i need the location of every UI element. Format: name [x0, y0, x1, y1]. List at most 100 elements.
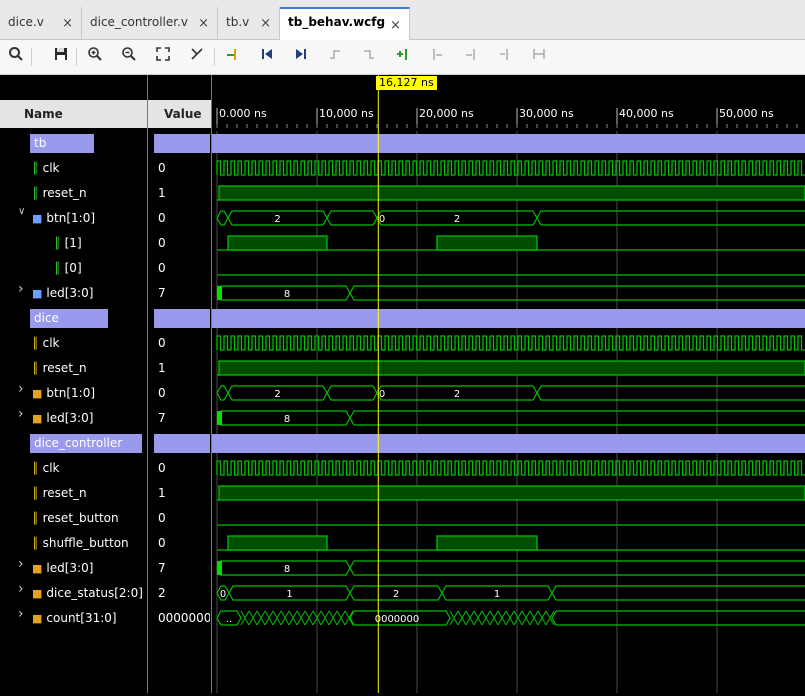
zoom-fit-icon[interactable]	[152, 46, 174, 68]
chevron-right-icon[interactable]: ›	[18, 406, 24, 422]
snap-icon[interactable]	[528, 46, 550, 68]
signal-row[interactable]: ║ reset_n	[0, 481, 147, 506]
tab-tb-v[interactable]: tb.v ×	[218, 7, 280, 40]
previous-marker-icon[interactable]	[426, 46, 448, 68]
close-icon[interactable]: ×	[390, 18, 401, 33]
signal-row[interactable]: dice_controller	[0, 431, 147, 456]
signal-name[interactable]: ■ led[3:0]	[32, 556, 93, 581]
cursor-time-label[interactable]: 16,127 ns	[376, 76, 437, 90]
signal-row[interactable]: ║ clk	[0, 456, 147, 481]
value-row: 7	[148, 406, 211, 431]
chevron-right-icon[interactable]: ›	[18, 581, 24, 597]
add-marker-icon[interactable]	[392, 46, 414, 68]
next-transition-icon[interactable]	[358, 46, 380, 68]
signal-name[interactable]: ║ reset_n	[32, 181, 87, 206]
signal-name[interactable]: ║ clk	[32, 156, 60, 181]
search-icon[interactable]	[5, 46, 27, 68]
value-row: 0	[148, 231, 211, 256]
signal-row[interactable]: › ■ dice_status[2:0]	[0, 581, 147, 606]
signal-row[interactable]: ∨ ■ btn[1:0]	[0, 206, 147, 231]
group-label[interactable]: tb	[30, 134, 94, 153]
signal-value: 0	[158, 211, 166, 225]
bus-signal-icon: ■	[32, 387, 43, 400]
signal-row[interactable]: ║ shuffle_button	[0, 531, 147, 556]
signal-row[interactable]: ║ reset_button	[0, 506, 147, 531]
group-bar	[212, 434, 805, 453]
signal-name[interactable]: ║ [1]	[54, 231, 82, 256]
signal-row[interactable]: dice	[0, 306, 147, 331]
chevron-down-icon[interactable]: ∨	[18, 206, 25, 217]
signal-value: 1	[158, 186, 166, 200]
chevron-right-icon[interactable]: ›	[18, 381, 24, 397]
tab-dice-controller-v[interactable]: dice_controller.v ×	[82, 7, 218, 40]
signal-name[interactable]: ■ btn[1:0]	[32, 206, 95, 231]
signal-name[interactable]: ■ led[3:0]	[32, 281, 93, 306]
tab-tb-behav-wcfg[interactable]: tb_behav.wcfg ×	[280, 7, 410, 40]
signal-name[interactable]: ║ reset_button	[32, 506, 119, 531]
value-row: 0	[148, 256, 211, 281]
go-to-last-time-icon[interactable]	[290, 46, 312, 68]
bus-segment	[216, 385, 229, 401]
signal-name[interactable]: ║ clk	[32, 331, 60, 356]
waveform-toolbar	[0, 40, 805, 75]
zoom-out-icon[interactable]	[118, 46, 140, 68]
signal-row[interactable]: › ■ btn[1:0]	[0, 381, 147, 406]
signal-name[interactable]: ■ btn[1:0]	[32, 381, 95, 406]
signal-row[interactable]: ║ [1]	[0, 231, 147, 256]
value-column-header[interactable]: Value	[148, 100, 211, 128]
close-icon[interactable]: ×	[62, 16, 73, 31]
chevron-right-icon[interactable]: ›	[18, 556, 24, 572]
go-to-cursor-icon[interactable]	[222, 46, 244, 68]
signal-label: [1]	[64, 236, 82, 250]
chevron-right-icon[interactable]: ›	[18, 281, 24, 297]
name-column-header[interactable]: Name	[0, 100, 147, 128]
bus-value-label: 8	[284, 564, 290, 575]
signal-row[interactable]: › ■ led[3:0]	[0, 406, 147, 431]
signal-name[interactable]: ■ count[31:0]	[32, 606, 117, 631]
close-icon[interactable]: ×	[260, 16, 271, 31]
signal-name[interactable]: ║ [0]	[54, 256, 82, 281]
signal-value: 7	[158, 411, 166, 425]
next-marker-icon[interactable]	[460, 46, 482, 68]
waveform-panel[interactable]: 0.000 ns 10,000 ns 20,000 ns 30,000 ns 40,00…	[212, 75, 805, 693]
signal-value: 0000000	[158, 611, 210, 625]
signal-name[interactable]: ║ clk	[32, 456, 60, 481]
value-row: 0	[148, 331, 211, 356]
go-to-time-0-icon[interactable]	[256, 46, 278, 68]
signal-value: 7	[158, 561, 166, 575]
save-icon[interactable]	[50, 46, 72, 68]
previous-transition-icon[interactable]	[324, 46, 346, 68]
signal-name[interactable]: ║ reset_n	[32, 481, 87, 506]
zoom-in-icon[interactable]	[84, 46, 106, 68]
signal-row[interactable]: › ■ count[31:0]	[0, 606, 147, 631]
signal-row[interactable]: tb	[0, 131, 147, 156]
signal-row[interactable]: › ■ led[3:0]	[0, 556, 147, 581]
signal-value: 7	[158, 286, 166, 300]
signal-label: btn[1:0]	[46, 211, 96, 225]
signal-row[interactable]: ║ clk	[0, 331, 147, 356]
value-row: 0	[148, 456, 211, 481]
delete-marker-icon[interactable]	[494, 46, 516, 68]
group-label[interactable]: dice	[30, 309, 108, 328]
bus-signal-icon: ■	[32, 412, 43, 425]
signal-name[interactable]: ■ led[3:0]	[32, 406, 93, 431]
waveform-canvas[interactable]: 0.000 ns 10,000 ns 20,000 ns 30,000 ns 40,00…	[212, 75, 805, 693]
signal-row[interactable]: ║ [0]	[0, 256, 147, 281]
signal-row[interactable]: ║ clk	[0, 156, 147, 181]
signal-label: reset_n	[42, 361, 87, 375]
bus-segment	[349, 560, 805, 576]
group-label[interactable]: dice_controller	[30, 434, 142, 453]
signal-name[interactable]: ■ dice_status[2:0]	[32, 581, 143, 606]
tab-dice-v[interactable]: dice.v ×	[0, 7, 82, 40]
signal-row[interactable]: ║ reset_n	[0, 356, 147, 381]
close-icon[interactable]: ×	[198, 16, 209, 31]
signal-name[interactable]: ║ reset_n	[32, 356, 87, 381]
value-row	[148, 431, 211, 456]
signal-row[interactable]: ║ reset_n	[0, 181, 147, 206]
signal-name[interactable]: ║ shuffle_button	[32, 531, 129, 556]
signal-row[interactable]: › ■ led[3:0]	[0, 281, 147, 306]
wave-high	[218, 185, 805, 201]
swap-cursor-icon[interactable]	[186, 46, 208, 68]
bit-signal-icon: ║	[32, 337, 39, 350]
chevron-right-icon[interactable]: ›	[18, 606, 24, 622]
